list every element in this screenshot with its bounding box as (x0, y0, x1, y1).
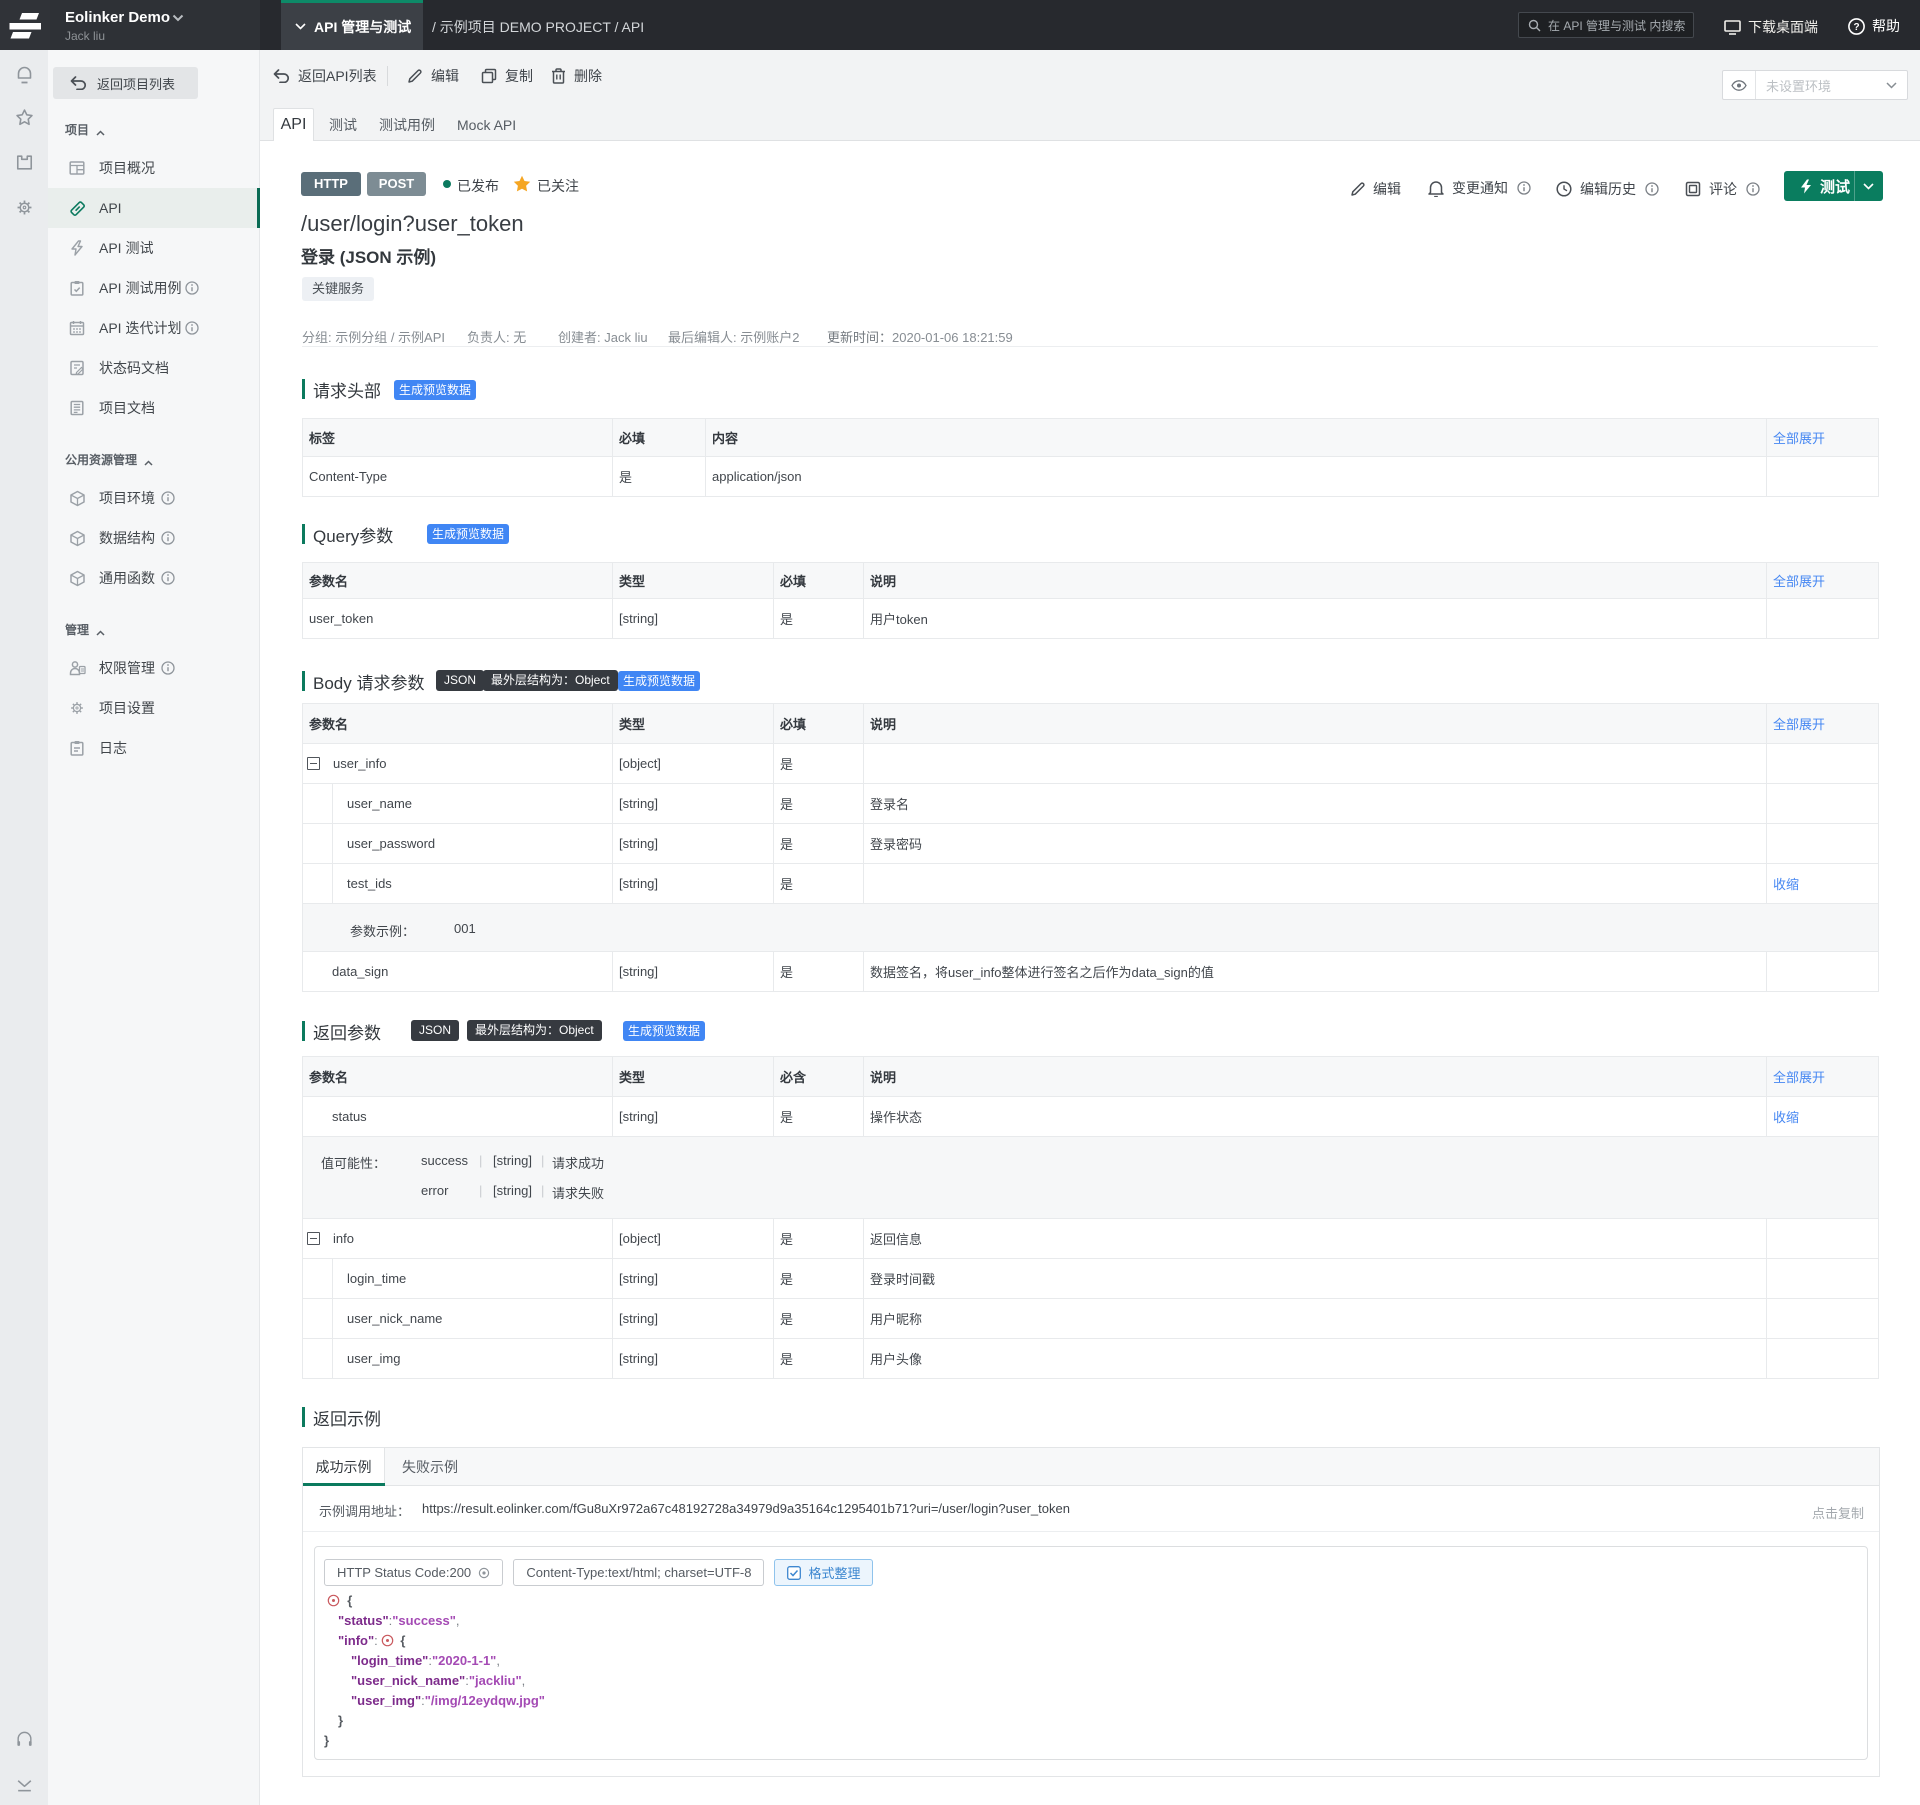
svg-text:?: ? (1853, 22, 1859, 33)
